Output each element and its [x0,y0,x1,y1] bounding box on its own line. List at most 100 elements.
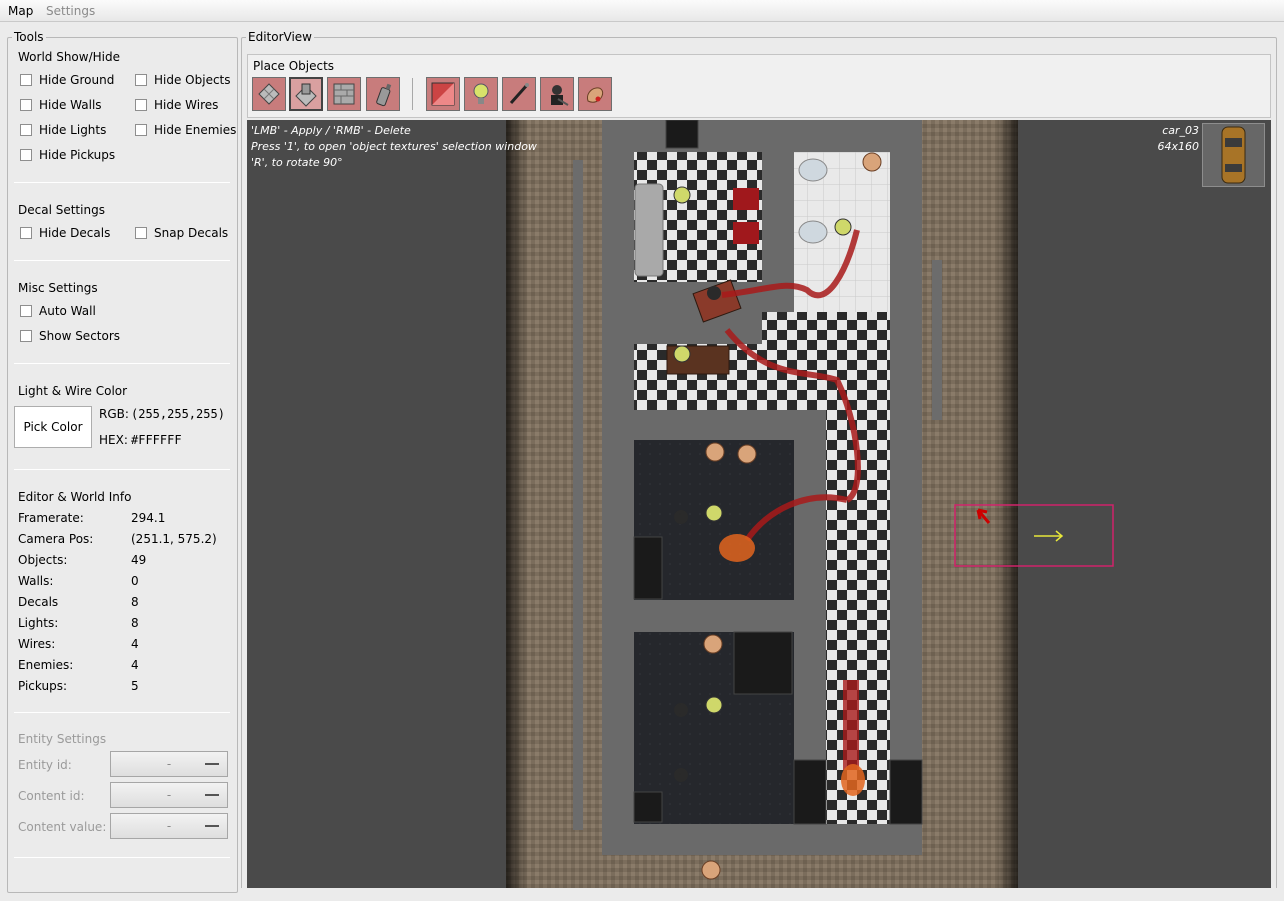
decal-button[interactable] [426,77,460,111]
checkbox-box[interactable] [20,149,32,161]
decal-settings-title: Decal Settings [18,203,105,217]
crate-stack [633,536,663,600]
info-label-camera-pos: Camera Pos: [18,532,94,546]
hide-ground-checkbox[interactable]: Hide Ground [20,73,114,87]
spray-can-icon [376,83,392,107]
checkbox-box[interactable] [20,124,32,136]
world-show-hide-title: World Show/Hide [18,50,120,64]
pickup-hand-icon[interactable] [703,634,723,654]
red-chair [733,188,759,210]
checkbox-box[interactable] [20,227,32,239]
checkbox-box[interactable] [135,227,147,239]
info-label-decals: Decals [18,595,59,609]
light-bulb-icon[interactable] [705,504,723,522]
info-label-lights: Lights: [18,616,59,630]
hex-label: HEX: [99,433,128,447]
hide-enemies-checkbox[interactable]: Hide Enemies [135,123,236,137]
checkbox-box[interactable] [20,305,32,317]
pick-color-button[interactable]: Pick Color [14,406,92,448]
map-canvas[interactable] [247,120,1271,888]
checkbox-box[interactable] [135,124,147,136]
dropdown-handle-icon [205,763,219,765]
rgb-value: (255,255,255) [131,407,225,421]
hex-value: #FFFFFF [131,433,182,447]
hide-decals-checkbox[interactable]: Hide Decals [20,226,110,240]
editor-viewport[interactable]: 'LMB' - Apply / 'RMB' - Delete Press '1'… [247,120,1271,888]
light-button[interactable] [464,77,498,111]
place-objects-title: Place Objects [253,59,335,73]
pickup-hand-icon[interactable] [737,444,757,464]
hide-wires-checkbox[interactable]: Hide Wires [135,98,218,112]
dropdown-handle-icon [205,825,219,827]
menu-map[interactable]: Map [8,4,33,18]
object-name-label: car_03 [1162,124,1199,137]
toilet [798,220,828,244]
hide-walls-checkbox[interactable]: Hide Walls [20,98,102,112]
help-text-line-2: Press '1', to open 'object textures' sel… [251,140,537,153]
info-value-wires: 4 [131,637,139,651]
content-id-label: Content id: [18,789,85,803]
light-bulb-icon[interactable] [673,345,691,363]
light-wire-color-title: Light & Wire Color [18,384,128,398]
divider [14,469,230,470]
pickup-button[interactable] [578,77,612,111]
snap-decals-checkbox[interactable]: Snap Decals [135,226,228,240]
pickup-hand-icon[interactable] [701,860,721,880]
show-sectors-checkbox[interactable]: Show Sectors [20,329,120,343]
editor-view-title: EditorView [248,30,312,44]
sofa [634,183,664,277]
light-bulb-icon[interactable] [705,696,723,714]
blood-smear-decal [843,680,859,770]
crate-stack [733,631,793,695]
info-label-pickups: Pickups: [18,679,68,693]
pickup-hand-icon[interactable] [705,442,725,462]
light-bulb-icon[interactable] [834,218,852,236]
info-value-objects: 49 [131,553,147,567]
wall-tile-icon [333,83,355,105]
pickup-hand-icon[interactable] [862,152,882,172]
checkbox-box[interactable] [20,330,32,342]
toilet [798,158,828,182]
divider [14,363,230,364]
floor-grate [665,120,699,149]
menu-settings[interactable]: Settings [46,4,95,18]
enemy-icon[interactable] [674,768,688,782]
divider [14,712,230,713]
hide-objects-checkbox[interactable]: Hide Objects [135,73,231,87]
info-value-enemies: 4 [131,658,139,672]
info-value-framerate: 294.1 [131,511,166,525]
auto-wall-checkbox[interactable]: Auto Wall [20,304,96,318]
help-text-line-1: 'LMB' - Apply / 'RMB' - Delete [251,124,411,137]
enemy-icon[interactable] [707,286,721,300]
floor-grate [793,759,827,825]
content-id-dropdown[interactable]: - [110,782,228,808]
hide-pickups-checkbox[interactable]: Hide Pickups [20,148,115,162]
hide-lights-checkbox[interactable]: Hide Lights [20,123,106,137]
entity-settings-title: Entity Settings [18,732,107,746]
info-label-framerate: Framerate: [18,511,84,525]
enemy-icon[interactable] [674,703,688,717]
wall-tile-button[interactable] [327,77,361,111]
object-tile-button[interactable] [289,77,323,111]
floor-tile-button[interactable] [252,77,286,111]
enemy-button[interactable] [540,77,574,111]
light-bulb-icon[interactable] [673,186,691,204]
enemy-icon[interactable] [674,510,688,524]
decal-icon [431,82,455,106]
wire-button[interactable] [502,77,536,111]
editor-bottom-strip [241,888,1277,894]
divider [14,857,230,858]
checkbox-box[interactable] [135,99,147,111]
wire-icon [509,83,529,104]
content-value-dropdown[interactable]: - [110,813,228,839]
ground-shade-left [506,120,528,888]
checkbox-box[interactable] [20,99,32,111]
entity-id-dropdown[interactable]: - [110,751,228,777]
car-icon [1221,126,1246,184]
checkbox-box[interactable] [20,74,32,86]
tools-title: Tools [14,30,44,44]
toolbar-separator [412,78,413,110]
checkbox-box[interactable] [135,74,147,86]
pickup-hand-icon [587,87,604,103]
spray-can-button[interactable] [366,77,400,111]
